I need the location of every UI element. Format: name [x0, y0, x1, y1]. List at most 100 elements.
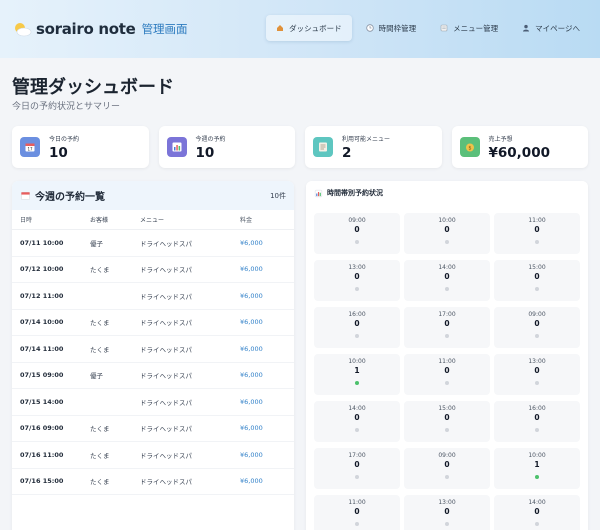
slot-count: 0 — [534, 413, 540, 422]
booking-datetime: 07/16 15:00 — [20, 477, 64, 486]
stat-value: ¥60,000 — [488, 144, 551, 161]
weekly-bookings-panel: 今週の予約一覧 10件 日時 お客様 メニュー 料金 07/11 10:00 優子… — [12, 181, 294, 530]
booking-menu: ドライヘッドスパ — [140, 425, 192, 434]
table-row[interactable]: 07/15 14:00 ドライヘッドスパ ¥6,000 — [12, 389, 294, 416]
status-dot — [535, 522, 539, 526]
time-slot-card[interactable]: 09:00 0 — [404, 448, 490, 489]
booking-menu: ドライヘッドスパ — [140, 239, 192, 248]
status-dot — [445, 428, 449, 432]
stat-label: 売上予想 — [488, 135, 513, 143]
table-row[interactable]: 07/15 09:00 優子 ドライヘッドスパ ¥6,000 — [12, 363, 294, 389]
booking-menu: ドライヘッドスパ — [140, 398, 192, 407]
time-slot-card[interactable]: 14:00 0 — [404, 260, 490, 301]
status-dot — [355, 334, 359, 338]
panel-header: 今週の予約一覧 10件 — [12, 181, 294, 210]
table-row[interactable]: 07/14 10:00 たくま ドライヘッドスパ ¥6,000 — [12, 310, 294, 336]
booking-price: ¥6,000 — [240, 291, 263, 300]
stat-label: 今日の予約 — [49, 135, 80, 143]
slot-count: 0 — [444, 460, 450, 469]
time-slot-card[interactable]: 09:00 0 — [494, 307, 580, 348]
slot-count: 0 — [444, 366, 450, 375]
table-row[interactable]: 07/14 11:00 たくま ドライヘッドスパ ¥6,000 — [12, 336, 294, 363]
nav-dashboard[interactable]: ダッシュボード — [266, 15, 352, 41]
table-row[interactable]: 07/16 09:00 たくま ドライヘッドスパ ¥6,000 — [12, 416, 294, 442]
time-slot-card[interactable]: 13:00 0 — [494, 354, 580, 395]
time-slot-card[interactable]: 17:00 0 — [314, 448, 400, 489]
stat-value: 10 — [49, 144, 68, 161]
sun-cloud-logo-icon — [15, 23, 32, 37]
slot-count: 0 — [354, 460, 360, 469]
time-slot-card[interactable]: 16:00 0 — [494, 401, 580, 442]
status-dot — [445, 522, 449, 526]
slot-count: 0 — [354, 225, 360, 234]
stat-label: 今週の予約 — [195, 135, 226, 143]
slot-grid: 09:00 0 10:00 0 11:00 0 13:00 0 14:00 0 15:00 0 16:0… — [306, 205, 588, 530]
status-dot — [535, 334, 539, 338]
nav-menu-management-label: メニュー管理 — [453, 23, 499, 33]
table-row[interactable]: 07/16 11:00 たくま ドライヘッドスパ ¥6,000 — [12, 442, 294, 469]
time-slot-card[interactable]: 15:00 0 — [404, 401, 490, 442]
slot-time: 17:00 — [348, 452, 366, 459]
status-dot — [535, 475, 539, 479]
slot-time: 09:00 — [348, 217, 366, 224]
time-slot-status-panel: 時間帯別予約状況 09:00 0 10:00 0 11:00 0 13:00 0 14:00 0 1… — [306, 181, 588, 530]
menu-list-icon — [440, 24, 448, 32]
time-slot-card[interactable]: 15:00 0 — [494, 260, 580, 301]
svg-text:$: $ — [468, 145, 471, 151]
table-row[interactable]: 07/12 11:00 ドライヘッドスパ ¥6,000 — [12, 283, 294, 310]
nav-time-slots[interactable]: 時間枠管理 — [356, 15, 427, 41]
table-row[interactable]: 07/11 10:00 優子 ドライヘッドスパ ¥6,000 — [12, 230, 294, 257]
time-slot-card[interactable]: 17:00 0 — [404, 307, 490, 348]
booking-price: ¥6,000 — [240, 424, 263, 433]
booking-price: ¥6,000 — [240, 318, 263, 327]
stat-card-week: 今週の予約 10 — [158, 126, 295, 168]
slot-time: 14:00 — [348, 405, 366, 412]
time-slot-card[interactable]: 10:00 1 — [494, 448, 580, 489]
time-slot-card[interactable]: 10:00 1 — [314, 354, 400, 395]
nav-my-page[interactable]: マイページへ — [512, 15, 590, 41]
time-slot-card[interactable]: 14:00 0 — [494, 495, 580, 530]
slot-time: 09:00 — [438, 452, 456, 459]
booking-menu: ドライヘッドスパ — [140, 451, 192, 460]
booking-table-body: 07/11 10:00 優子 ドライヘッドスパ ¥6,000 07/12 10:00 たく… — [12, 230, 294, 495]
status-dot — [445, 475, 449, 479]
time-slot-card[interactable]: 14:00 0 — [314, 401, 400, 442]
time-slot-card[interactable]: 11:00 0 — [404, 354, 490, 395]
slot-time: 16:00 — [348, 311, 366, 318]
status-dot — [535, 240, 539, 244]
status-dot — [355, 522, 359, 526]
booking-count: 10件 — [270, 191, 286, 200]
home-icon — [276, 24, 284, 32]
table-row[interactable]: 07/12 10:00 たくま ドライヘッドスパ ¥6,000 — [12, 257, 294, 283]
time-slot-card[interactable]: 09:00 0 — [314, 213, 400, 254]
brand[interactable]: sorairo note 管理画面 — [12, 20, 188, 38]
stats-row: 17 今日の予約 10 今週の予約 10 利用可能メニュー 2 $ 売上予想 ¥… — [12, 126, 588, 168]
panel-header: 時間帯別予約状況 — [306, 181, 588, 205]
booking-price: ¥6,000 — [240, 450, 263, 459]
time-slot-card[interactable]: 11:00 0 — [314, 495, 400, 530]
time-slot-card[interactable]: 16:00 0 — [314, 307, 400, 348]
status-dot — [355, 428, 359, 432]
booking-price: ¥6,000 — [240, 477, 263, 486]
time-slot-card[interactable]: 13:00 0 — [404, 495, 490, 530]
col-price: 料金 — [240, 217, 253, 224]
time-slot-card[interactable]: 11:00 0 — [494, 213, 580, 254]
time-slot-card[interactable]: 10:00 0 — [404, 213, 490, 254]
slot-time: 16:00 — [528, 405, 546, 412]
nav-dashboard-label: ダッシュボード — [289, 23, 342, 33]
booking-datetime: 07/15 14:00 — [20, 397, 64, 406]
status-dot — [535, 428, 539, 432]
clock-icon — [365, 24, 374, 32]
app-header: sorairo note 管理画面 ダッシュボード 時間枠管理 メニュー管理 マ… — [0, 0, 600, 58]
booking-price: ¥6,000 — [240, 344, 263, 353]
nav-menu-management[interactable]: メニュー管理 — [430, 15, 508, 41]
booking-customer: たくま — [90, 266, 110, 275]
page-subtitle: 今日の予約状況とサマリー — [12, 102, 121, 112]
stat-card-today: 17 今日の予約 10 — [12, 126, 149, 168]
table-row[interactable]: 07/16 15:00 たくま ドライヘッドスパ ¥6,000 — [12, 469, 294, 495]
calendar-icon: 17 — [20, 137, 40, 157]
time-slot-card[interactable]: 13:00 0 — [314, 260, 400, 301]
booking-price: ¥6,000 — [240, 397, 263, 406]
slot-time: 11:00 — [438, 358, 456, 365]
brand-subtitle: 管理画面 — [141, 22, 188, 36]
